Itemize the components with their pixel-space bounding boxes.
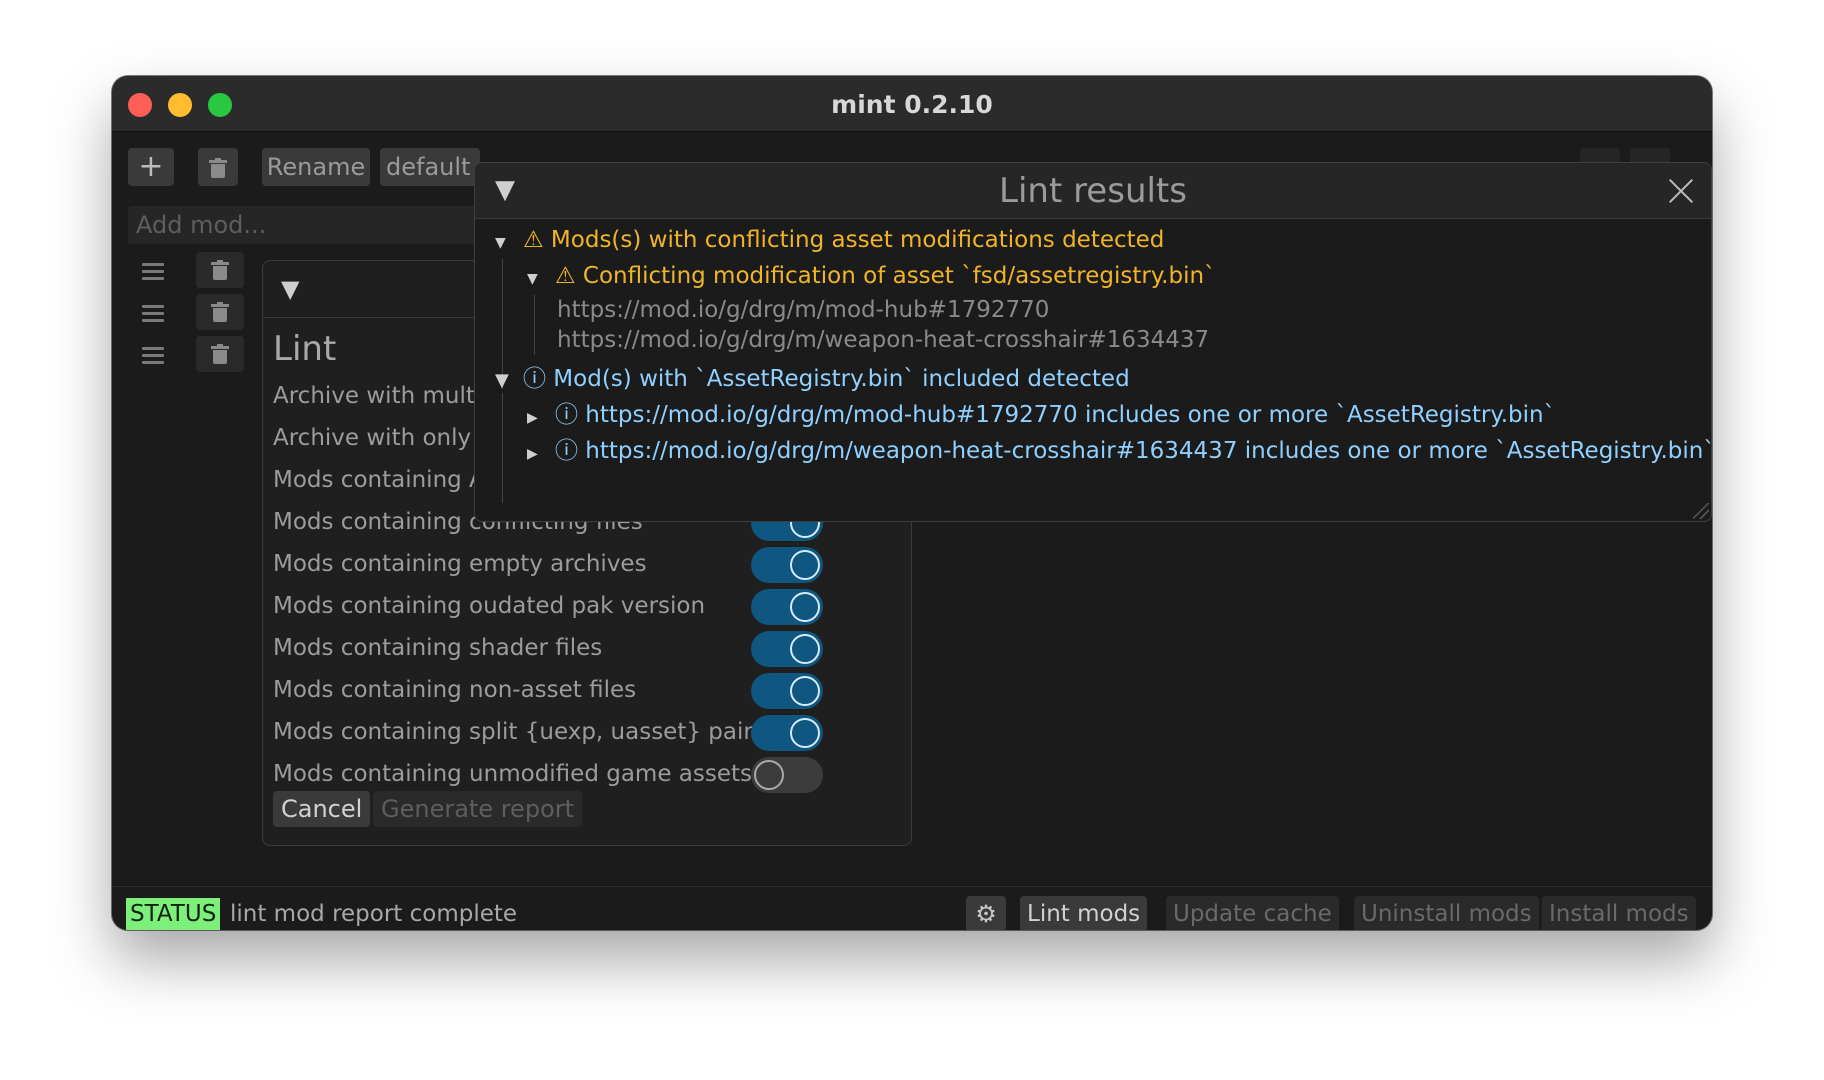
remove-mod-button[interactable] — [196, 252, 244, 288]
status-message: lint mod report complete — [230, 901, 518, 927]
tree-node-assetregistry-mod[interactable]: ▶ ⓘ https://mod.io/g/drg/m/weapon-heat-cr… — [527, 431, 1711, 465]
profile-select[interactable]: default — [380, 148, 480, 186]
expanded-triangle-icon: ▼ — [495, 370, 509, 391]
rename-profile-button[interactable]: Rename — [262, 148, 370, 186]
collapsed-triangle-icon: ▶ — [527, 446, 538, 462]
lint-option-toggle[interactable] — [751, 715, 823, 751]
lint-option-toggle[interactable] — [751, 673, 823, 709]
remove-mod-button[interactable] — [196, 294, 244, 330]
tree-guide — [534, 295, 535, 355]
lint-option-label: Mods containing empty archives — [273, 551, 647, 577]
title-bar: mint 0.2.10 — [112, 76, 1712, 132]
conflict-mod-link[interactable]: https://mod.io/g/drg/m/weapon-heat-cross… — [557, 327, 1209, 353]
uninstall-mods-button[interactable]: Uninstall mods — [1354, 896, 1539, 930]
tree-node-conflicts[interactable]: ▼ ⚠ Mods(s) with conflicting asset modifi… — [495, 227, 1164, 253]
trash-icon — [211, 302, 229, 322]
lint-option-label: Mods containing shader files — [273, 635, 603, 661]
lint-option-label: Archive with only — [273, 425, 472, 451]
lint-results-header: ▼ Lint results — [475, 163, 1711, 219]
add-profile-button[interactable]: + — [128, 148, 174, 186]
close-icon[interactable] — [1667, 177, 1695, 205]
generate-report-button[interactable]: Generate report — [373, 791, 583, 827]
lint-results-panel: ▼ Lint results ▼ ⚠ Mods(s) with conflicti… — [474, 162, 1712, 522]
trash-icon — [211, 344, 229, 364]
lint-option-label: Mods containing oudated pak version — [273, 593, 706, 619]
drag-handle-icon[interactable] — [142, 305, 164, 323]
delete-profile-button[interactable] — [198, 148, 238, 186]
status-badge: STATUS — [126, 898, 221, 930]
gear-icon: ⚙ — [975, 900, 997, 928]
update-cache-button[interactable]: Update cache — [1166, 896, 1339, 930]
lint-option-label: Mods containing split {uexp, uasset} pai… — [273, 719, 765, 745]
collapse-triangle-icon[interactable]: ▼ — [281, 275, 299, 303]
expanded-triangle-icon: ▼ — [495, 235, 506, 251]
lint-option-toggle[interactable] — [751, 547, 823, 583]
drag-handle-icon[interactable] — [142, 347, 164, 365]
tree-node-assetregistry-mod[interactable]: ▶ ⓘ https://mod.io/g/drg/m/mod-hub#179277… — [527, 395, 1555, 429]
lint-option-label: Archive with multi — [273, 383, 482, 409]
trash-icon — [211, 260, 229, 280]
lint-option-label: Mods containing unmodified game assets — [273, 761, 753, 787]
divider — [112, 886, 1712, 887]
lint-option-label: Mods containing non-asset files — [273, 677, 637, 703]
expanded-triangle-icon: ▼ — [527, 271, 538, 287]
install-mods-button[interactable]: Install mods — [1542, 896, 1696, 930]
tree-node-asset-conflict[interactable]: ▼ ⚠ Conflicting modification of asset `fs… — [527, 263, 1216, 289]
resize-grip-icon[interactable] — [1693, 503, 1709, 519]
remove-mod-button[interactable] — [196, 336, 244, 372]
lint-option-label: Mods containing A — [273, 467, 485, 493]
lint-option-toggle[interactable] — [751, 589, 823, 625]
tree-guide — [502, 393, 503, 503]
cancel-button[interactable]: Cancel — [273, 791, 371, 827]
collapsed-triangle-icon: ▶ — [527, 410, 538, 426]
lint-option-toggle[interactable] — [751, 757, 823, 793]
lint-heading: Lint — [273, 329, 337, 369]
settings-button[interactable]: ⚙ — [966, 896, 1006, 930]
drag-handle-icon[interactable] — [142, 263, 164, 281]
lint-results-title: Lint results — [999, 171, 1187, 211]
app-window: mint 0.2.10 + Rename default Add mod... … — [112, 76, 1712, 930]
lint-option-toggle[interactable] — [751, 631, 823, 667]
conflict-mod-link[interactable]: https://mod.io/g/drg/m/mod-hub#1792770 — [557, 297, 1049, 323]
status-bar: STATUS lint mod report complete ⚙ Lint m… — [112, 886, 1712, 930]
lint-mods-button[interactable]: Lint mods — [1020, 896, 1148, 930]
window-title: mint 0.2.10 — [831, 90, 993, 119]
tree-node-assetregistry[interactable]: ▼ ⓘ Mod(s) with `AssetRegistry.bin` inclu… — [495, 359, 1130, 393]
trash-icon — [209, 158, 227, 178]
